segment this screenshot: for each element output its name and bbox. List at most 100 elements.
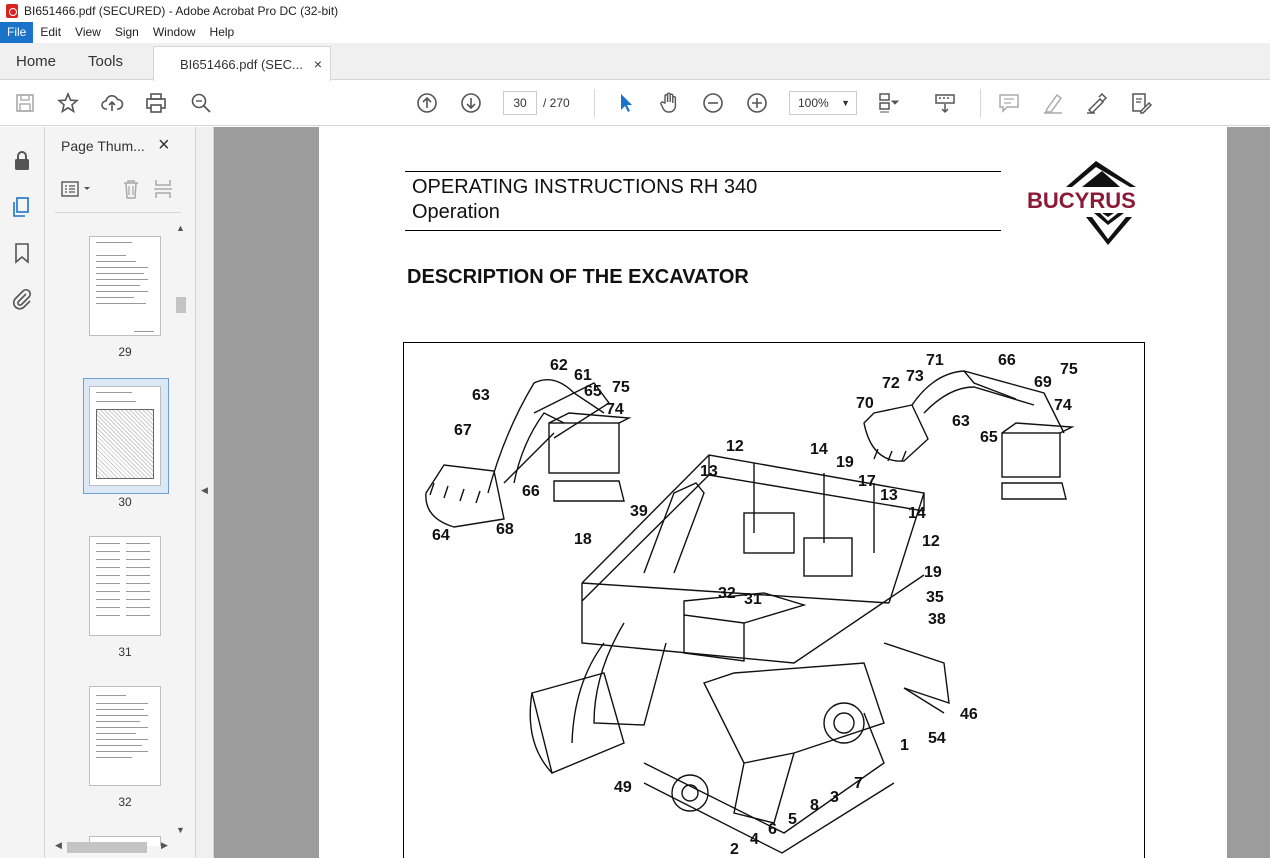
scrollbar-thumb[interactable]	[176, 297, 186, 313]
callout-label: 74	[1054, 397, 1072, 414]
scroll-left-icon[interactable]: ◀	[55, 840, 62, 851]
menu-file[interactable]: File	[0, 22, 34, 43]
callout-label: 4	[750, 831, 759, 848]
bucyrus-logo: BUCYRUS	[1024, 155, 1174, 247]
upload-cloud-icon[interactable]	[100, 91, 124, 115]
thumbnail-vertical-scrollbar[interactable]: ▲ ▼	[174, 223, 188, 837]
hand-tool-icon[interactable]	[657, 91, 681, 115]
bookmark-icon[interactable]	[10, 241, 34, 265]
save-icon[interactable]	[13, 91, 37, 115]
callout-label: 71	[926, 352, 944, 369]
thumbnail-options-icon[interactable]	[59, 177, 97, 201]
callout-label: 66	[998, 352, 1016, 369]
menu-edit[interactable]: Edit	[33, 22, 68, 43]
callout-label: 65	[584, 383, 602, 400]
excavator-diagram: 62 61 65 75 63 74 67 66 64 68 71 66 72 7…	[403, 342, 1145, 858]
scroll-up-icon[interactable]: ▲	[176, 223, 185, 233]
tab-close-icon[interactable]: ×	[314, 56, 322, 72]
scroll-right-icon[interactable]: ▶	[161, 840, 168, 851]
insert-pages-icon[interactable]	[151, 177, 175, 201]
menu-help[interactable]: Help	[203, 22, 242, 43]
callout-label: 73	[906, 368, 924, 385]
pdf-file-icon	[6, 4, 18, 18]
zoom-in-icon[interactable]	[745, 91, 769, 115]
callout-label: 5	[788, 811, 797, 828]
delete-trash-icon[interactable]	[119, 177, 143, 201]
window-title: BI651466.pdf (SECURED) - Adobe Acrobat P…	[24, 4, 339, 18]
thumbnail-horizontal-scrollbar[interactable]: ◀ ▶	[53, 840, 173, 854]
callout-label: 62	[550, 357, 568, 374]
page-thumbnails-panel: Page Thum... × 29 30 31 32 ▲ ▼ ◀ ▶	[45, 127, 196, 858]
attachment-paperclip-icon[interactable]	[10, 287, 34, 311]
panel-divider	[55, 212, 181, 213]
tab-document-label: BI651466.pdf (SEC...	[180, 56, 303, 72]
document-viewer[interactable]: OPERATING INSTRUCTIONS RH 340 Operation …	[214, 127, 1270, 858]
callout-label: 38	[928, 611, 946, 628]
zoom-out-icon[interactable]	[701, 91, 725, 115]
zoom-level-select[interactable]: 100% ▼	[789, 91, 857, 115]
page-thumbnail-31[interactable]	[89, 536, 161, 636]
page-thumbnails-icon[interactable]	[10, 195, 34, 219]
highlight-pen-icon[interactable]	[1041, 91, 1065, 115]
callout-label: 8	[810, 797, 819, 814]
zoom-level-value: 100%	[798, 96, 829, 110]
thumbnail-figure	[96, 409, 154, 479]
callout-label: 66	[522, 483, 540, 500]
callout-label: 31	[744, 591, 762, 608]
tab-tools[interactable]: Tools	[88, 43, 123, 80]
pdf-page: OPERATING INSTRUCTIONS RH 340 Operation …	[319, 127, 1227, 858]
zoom-search-icon[interactable]	[189, 91, 213, 115]
thumbnail-toolbar	[55, 175, 185, 203]
page-number-input[interactable]: 30	[503, 91, 537, 115]
callout-label: 49	[614, 779, 632, 796]
menu-view[interactable]: View	[68, 22, 108, 43]
page-thumbnail-32[interactable]	[89, 686, 161, 786]
callout-label: 12	[726, 438, 744, 455]
callout-label: 32	[718, 585, 736, 602]
callout-label: 54	[928, 730, 946, 747]
callout-label: 12	[922, 533, 940, 550]
callout-label: 7	[854, 775, 863, 792]
page-thumbnail-29[interactable]	[89, 236, 161, 336]
star-icon[interactable]	[56, 91, 80, 115]
panel-title: Page Thum...	[61, 138, 145, 154]
callout-label: 69	[1034, 374, 1052, 391]
callout-label: 14	[908, 505, 926, 522]
callout-label: 63	[952, 413, 970, 430]
page-thumbnail-30[interactable]	[89, 386, 161, 486]
next-page-icon[interactable]	[459, 91, 483, 115]
sign-pen-icon[interactable]	[1085, 91, 1109, 115]
tab-document[interactable]: BI651466.pdf (SEC... ×	[153, 46, 331, 81]
toolbar-divider	[594, 89, 595, 117]
callout-label: 3	[830, 789, 839, 806]
panel-collapse-handle[interactable]: ◀	[196, 127, 214, 858]
page-layout-icon[interactable]	[876, 91, 900, 115]
page-total: / 270	[543, 96, 570, 110]
callout-label: 35	[926, 589, 944, 606]
excavator-drawing	[425, 370, 1075, 854]
menu-sign[interactable]: Sign	[108, 22, 146, 43]
callout-label: 72	[882, 375, 900, 392]
close-panel-icon[interactable]: ×	[158, 134, 170, 157]
previous-page-icon[interactable]	[415, 91, 439, 115]
callout-label: 46	[960, 706, 978, 723]
callout-label: 68	[496, 521, 514, 538]
lock-icon[interactable]	[10, 149, 34, 173]
callout-label: 13	[880, 487, 898, 504]
menu-window[interactable]: Window	[146, 22, 203, 43]
callout-label: 19	[924, 564, 942, 581]
document-header-subtitle: Operation	[412, 201, 500, 223]
tab-home[interactable]: Home	[16, 43, 56, 80]
scrollbar-thumb[interactable]	[67, 842, 147, 853]
callout-label: 75	[612, 379, 630, 396]
print-icon[interactable]	[144, 91, 168, 115]
callout-label: 2	[730, 841, 739, 858]
edit-pdf-icon[interactable]	[1129, 91, 1153, 115]
callout-label: 13	[700, 463, 718, 480]
comment-icon[interactable]	[997, 91, 1021, 115]
collapse-arrow-icon: ◀	[201, 485, 208, 495]
scroll-mode-icon[interactable]	[933, 91, 957, 115]
header-rule	[405, 230, 1001, 231]
select-cursor-icon[interactable]	[613, 91, 637, 115]
scroll-down-icon[interactable]: ▼	[176, 825, 185, 835]
